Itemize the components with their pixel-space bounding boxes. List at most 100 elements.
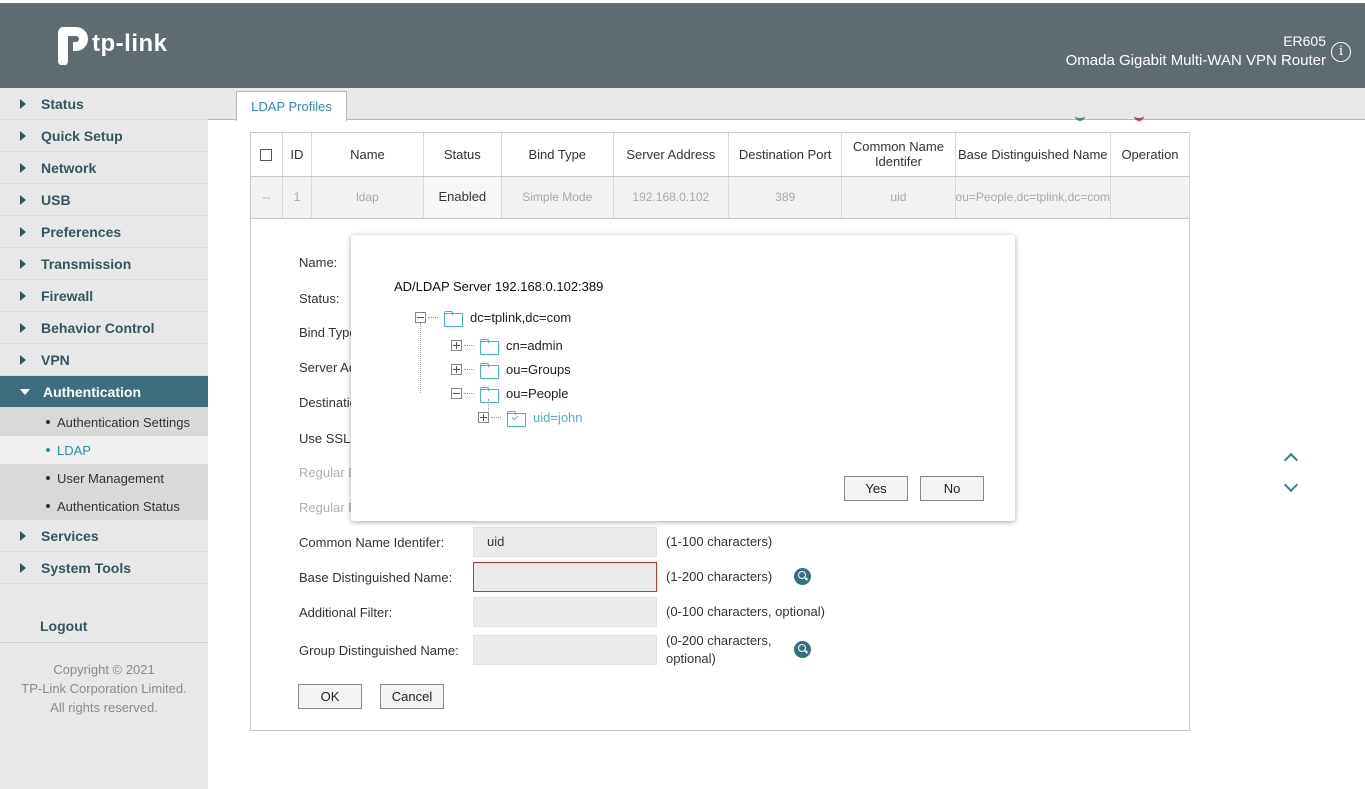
name-label: Name:: [299, 255, 338, 270]
tree-node-label: ou=Groups: [506, 362, 571, 377]
group-dn-hint: (0-200 characters, optional): [666, 632, 772, 668]
select-all-header: [251, 133, 283, 177]
sidebar-subitem-authentication-settings[interactable]: Authentication Settings: [0, 408, 208, 436]
bind-type-label: Bind Type: [299, 325, 357, 340]
tp-link-logo: tp-link: [48, 23, 168, 65]
copyright-line: All rights reserved.: [50, 700, 158, 715]
cell-server-address: 192.168.0.102: [613, 176, 729, 218]
base-dn-field[interactable]: [473, 562, 657, 592]
ldap-profiles-table: ID Name Status Bind Type Server Address …: [251, 133, 1191, 218]
row-select: --: [251, 176, 283, 218]
column-header: Base Distinguished Name: [955, 133, 1111, 177]
folder-icon: [480, 338, 499, 355]
tree-node-label: cn=admin: [506, 338, 563, 353]
chevron-up-icon[interactable]: [1284, 450, 1298, 464]
additional-filter-field[interactable]: [473, 597, 657, 627]
triangle-right-icon: [20, 530, 26, 541]
tree-expand-icon[interactable]: [451, 364, 462, 375]
divider: [251, 218, 1190, 219]
tree-node-label: uid=john: [533, 410, 583, 425]
cell-bind-type: Simple Mode: [501, 176, 614, 218]
sidebar-item-usb[interactable]: USB: [0, 184, 208, 216]
group-dn-field[interactable]: [473, 635, 657, 665]
cancel-button[interactable]: Cancel: [380, 684, 444, 709]
search-icon[interactable]: [794, 641, 811, 658]
search-icon[interactable]: [794, 568, 811, 585]
sidebar-item-preferences[interactable]: Preferences: [0, 216, 208, 248]
column-header: Status: [423, 133, 502, 177]
sidebar-item-label: Transmission: [41, 255, 132, 272]
sidebar-item-label: VPN: [41, 351, 70, 368]
tree-node-ou-people[interactable]: ou=People: [451, 386, 569, 403]
ldap-browse-dialog: AD/LDAP Server 192.168.0.102:389 dc=tpli…: [351, 235, 1015, 521]
logout-link[interactable]: Logout: [40, 618, 87, 634]
triangle-right-icon: [20, 130, 26, 141]
triangle-down-icon: [20, 388, 30, 395]
tree-connector: [464, 369, 474, 370]
sidebar-subitem-label: Authentication Status: [57, 498, 180, 514]
sidebar-item-label: Authentication: [43, 383, 141, 400]
sidebar-item-transmission[interactable]: Transmission: [0, 248, 208, 280]
sidebar-subitem-ldap[interactable]: LDAP: [0, 436, 208, 464]
common-name-hint: (1-100 characters): [666, 534, 773, 549]
bullet-icon: [46, 448, 50, 452]
column-header: Name: [311, 133, 424, 177]
sidebar-item-authentication[interactable]: Authentication: [0, 376, 208, 408]
group-dn-hint-line: optional): [666, 651, 716, 666]
triangle-right-icon: [20, 258, 26, 269]
sidebar-subitem-user-management[interactable]: User Management: [0, 464, 208, 492]
column-header: Operation: [1110, 133, 1191, 177]
tree-connector: [464, 345, 474, 346]
base-dn-label: Base Distinguished Name:: [299, 570, 453, 585]
brand-name: tp-link: [92, 30, 168, 57]
model-name: ER605: [1283, 33, 1326, 49]
tree-node-ou-groups[interactable]: ou=Groups: [451, 362, 571, 379]
tab-bar: LDAP Profiles: [208, 88, 1365, 121]
tab-ldap-profiles[interactable]: LDAP Profiles: [236, 91, 347, 121]
tree-node-root[interactable]: dc=tplink,dc=com: [415, 310, 571, 327]
folder-icon: [480, 362, 499, 379]
triangle-right-icon: [20, 226, 26, 237]
column-header: ID: [282, 133, 313, 177]
cell-operation: [1110, 176, 1191, 218]
sidebar-item-status[interactable]: Status: [0, 88, 208, 120]
table-row[interactable]: -- 1 ldap Enabled Simple Mode 192.168.0.…: [251, 176, 1191, 218]
sidebar-item-label: Preferences: [41, 223, 122, 240]
no-button[interactable]: No: [920, 476, 984, 501]
sidebar-item-vpn[interactable]: VPN: [0, 344, 208, 376]
sidebar-subitem-authentication-status[interactable]: Authentication Status: [0, 492, 208, 520]
sidebar-item-services[interactable]: Services: [0, 520, 208, 552]
triangle-right-icon: [20, 562, 26, 573]
common-name-field[interactable]: uid: [473, 527, 657, 557]
tree-node-cn-admin[interactable]: cn=admin: [451, 338, 563, 355]
chevron-down-icon[interactable]: [1284, 480, 1298, 494]
select-all-checkbox[interactable]: [260, 149, 273, 162]
tree-expand-icon[interactable]: [451, 340, 462, 351]
sidebar-item-network[interactable]: Network: [0, 152, 208, 184]
cell-common-name: uid: [841, 176, 956, 218]
sidebar-item-behavior-control[interactable]: Behavior Control: [0, 312, 208, 344]
cell-destination-port: 389: [728, 176, 843, 218]
ok-button[interactable]: OK: [298, 684, 362, 709]
triangle-right-icon: [20, 322, 26, 333]
copyright-line: Copyright © 2021: [53, 662, 155, 677]
partial-icon: [1134, 116, 1144, 121]
sidebar-item-label: Behavior Control: [41, 319, 155, 336]
tree-node-label: ou=People: [506, 386, 569, 401]
yes-button[interactable]: Yes: [844, 476, 908, 501]
tree-expand-icon[interactable]: [478, 412, 489, 423]
use-ssl-label: Use SSL:: [299, 431, 354, 446]
tree-node-uid-john[interactable]: uid=john: [478, 410, 583, 427]
tree-collapse-icon[interactable]: [415, 312, 426, 323]
sidebar-item-label: Status: [41, 95, 84, 112]
tree-collapse-icon[interactable]: [451, 388, 462, 399]
dialog-title: AD/LDAP Server 192.168.0.102:389: [394, 279, 604, 294]
sidebar-item-quick-setup[interactable]: Quick Setup: [0, 120, 208, 152]
sidebar-item-system-tools[interactable]: System Tools: [0, 552, 208, 584]
sidebar-item-firewall[interactable]: Firewall: [0, 280, 208, 312]
info-icon[interactable]: i: [1331, 42, 1351, 62]
sidebar-item-label: Firewall: [41, 287, 94, 304]
additional-filter-label: Additional Filter:: [299, 605, 393, 620]
status-label: Status:: [299, 291, 340, 306]
column-header: Common Name Identifer: [841, 133, 956, 177]
